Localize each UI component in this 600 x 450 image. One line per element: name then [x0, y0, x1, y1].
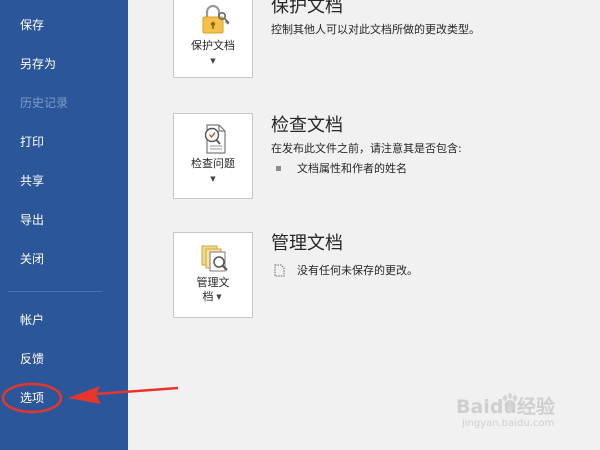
- sidebar-item-print[interactable]: 打印: [20, 134, 44, 150]
- sidebar-item-close[interactable]: 关闭: [20, 251, 44, 267]
- sidebar-item-account[interactable]: 帐户: [20, 312, 44, 328]
- baidu-watermark: Baidu经验 jingyan.baidu.com: [456, 392, 586, 436]
- sidebar-item-save[interactable]: 保存: [20, 17, 44, 33]
- inspect-document-icon: [204, 124, 226, 154]
- backstage-sidebar: 保存 另存为 历史记录 打印 共享 导出 关闭 帐户 反馈 选项: [0, 0, 128, 450]
- sidebar-divider: [8, 291, 102, 292]
- sidebar-item-feedback[interactable]: 反馈: [20, 351, 44, 367]
- manage-section-description: 没有任何未保存的更改。: [297, 264, 418, 277]
- inspect-section-title: 检查文档: [271, 115, 343, 136]
- protect-document-label: 保护文档: [191, 39, 235, 52]
- protect-document-button[interactable]: 保护文档 ▼: [173, 0, 253, 78]
- protect-section-description: 控制其他人可以对此文档所做的更改类型。: [271, 23, 480, 36]
- lock-key-icon: [202, 4, 230, 34]
- manage-section-title: 管理文档: [271, 233, 343, 254]
- sidebar-item-history: 历史记录: [20, 96, 69, 110]
- sidebar-item-export[interactable]: 导出: [20, 212, 44, 228]
- chevron-down-icon: ▼: [210, 57, 216, 65]
- info-panel: 保护文档 ▼ 保护文档 控制其他人可以对此文档所做的更改类型。 检查问题 ▼ 检…: [128, 0, 600, 450]
- manage-versions-icon: [201, 245, 228, 272]
- watermark-url: jingyan.baidu.com: [462, 418, 555, 429]
- document-dashed-icon: [274, 264, 285, 277]
- chevron-down-icon: ▼: [216, 293, 222, 301]
- sidebar-item-save-as[interactable]: 另存为: [20, 56, 56, 72]
- manage-document-label-line1: 管理文: [196, 276, 230, 289]
- watermark-logo-text: Baidu经验: [456, 396, 555, 418]
- check-for-issues-label: 检查问题: [191, 157, 235, 170]
- check-for-issues-button[interactable]: 检查问题 ▼: [173, 113, 253, 199]
- inspect-section-description: 在发布此文件之前，请注意其是否包含:: [271, 142, 462, 155]
- inspect-bullet-item: 文档属性和作者的姓名: [297, 162, 407, 175]
- sidebar-item-share[interactable]: 共享: [20, 173, 44, 189]
- protect-section-title: 保护文档: [271, 0, 343, 17]
- chevron-down-icon: ▼: [210, 175, 216, 183]
- manage-document-button[interactable]: 管理文 档 ▼: [173, 232, 253, 318]
- sidebar-item-options[interactable]: 选项: [20, 390, 44, 406]
- bullet-icon: [276, 166, 281, 171]
